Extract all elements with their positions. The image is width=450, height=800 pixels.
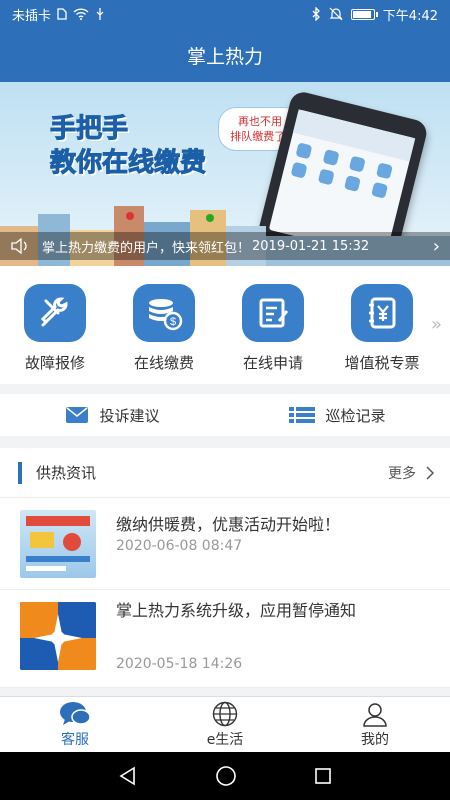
service-repair[interactable]: 故障报修 <box>0 284 110 373</box>
quick-links: 投诉建议 巡检记录 <box>0 394 450 436</box>
service-payment[interactable]: $ 在线缴费 <box>109 284 219 373</box>
svg-text:$: $ <box>170 316 176 328</box>
section-accent-bar <box>18 461 22 484</box>
news-time: 2020-06-08 08:47 <box>116 538 243 554</box>
news-thumbnail <box>20 602 96 670</box>
chevron-right-icon <box>426 465 434 480</box>
status-bar: 未插卡 下午4:42 <box>0 0 450 28</box>
tab-label: 我的 <box>361 731 389 748</box>
app-header: 掌上热力 <box>0 28 450 82</box>
news-thumbnail <box>20 510 96 578</box>
coin-stack-icon: $ <box>133 284 195 342</box>
list-icon <box>289 407 316 423</box>
bottom-tab-bar: 客服 e生活 我的 <box>0 696 450 752</box>
service-label: 在线缴费 <box>133 354 194 372</box>
banner-slogan-line1: 手把手 <box>49 114 129 145</box>
tab-customer-service[interactable]: 客服 <box>0 697 150 752</box>
service-label: 故障报修 <box>24 354 85 372</box>
tab-label: 客服 <box>61 731 89 748</box>
bluetooth-icon <box>312 7 320 21</box>
banner-slogan: 手把手 教你在线缴费 <box>49 112 207 180</box>
tab-elife[interactable]: e生活 <box>150 697 300 752</box>
link-label: 投诉建议 <box>99 406 160 425</box>
wrench-screwdriver-icon <box>24 284 86 342</box>
globe-icon <box>212 701 238 726</box>
system-nav-bar <box>0 752 450 800</box>
more-label: 更多 <box>388 465 416 482</box>
wifi-icon <box>73 8 89 20</box>
news-item[interactable]: 缴纳供暖费，优惠活动开始啦！ 2020-06-08 08:47 <box>0 498 450 590</box>
recents-square-icon[interactable] <box>314 767 332 785</box>
notice-text: 掌上热力缴费的用户，快来领红包！ <box>42 240 251 256</box>
link-label: 巡检记录 <box>325 406 386 425</box>
service-label: 在线申请 <box>242 354 303 372</box>
clock-text: 下午4:42 <box>382 8 438 24</box>
tab-label: e生活 <box>206 731 244 748</box>
news-item[interactable]: 掌上热力系统升级，应用暂停通知 2020-05-18 14:26 <box>0 590 450 688</box>
speaker-icon <box>11 238 27 254</box>
more-link[interactable]: 更多 <box>388 463 434 483</box>
page-title: 掌上热力 <box>186 45 263 68</box>
news-time: 2020-05-18 14:26 <box>116 656 243 672</box>
usb-icon <box>96 8 104 20</box>
news-list: 缴纳供暖费，优惠活动开始啦！ 2020-06-08 08:47 掌上热力系统升级… <box>0 498 450 688</box>
user-icon <box>363 702 387 727</box>
chat-bubble-icon <box>60 701 91 725</box>
notice-date: 2019-01-21 15:32 <box>252 238 370 254</box>
double-chevron-right-icon[interactable]: » <box>431 314 442 335</box>
news-title: 掌上热力系统升级，应用暂停通知 <box>116 601 357 620</box>
carrier-text: 未插卡 <box>12 8 52 24</box>
tab-me[interactable]: 我的 <box>300 697 450 752</box>
home-circle-icon[interactable] <box>215 765 237 787</box>
service-grid: 故障报修 $ 在线缴费 在线申请 增值税专票 » <box>0 266 450 384</box>
link-inspection[interactable]: 巡检记录 <box>225 394 450 436</box>
chevron-right-icon: › <box>432 235 440 257</box>
section-title: 供热资讯 <box>36 464 97 482</box>
yen-notebook-icon <box>351 284 413 342</box>
sim-icon <box>57 8 67 20</box>
edit-document-icon <box>242 284 304 342</box>
service-label: 增值税专票 <box>344 354 420 372</box>
battery-icon <box>350 8 378 20</box>
mute-bell-icon <box>329 7 343 21</box>
banner-slogan-line2: 教你在线缴费 <box>49 148 207 179</box>
promo-banner[interactable]: 手把手 教你在线缴费 再也不用 排队缴费了! 掌上热力缴费的用户，快来领红包！ … <box>0 82 450 266</box>
link-complaint[interactable]: 投诉建议 <box>0 394 225 436</box>
back-triangle-icon[interactable] <box>118 766 138 786</box>
news-section-header: 供热资讯 更多 <box>0 448 450 498</box>
service-vat-invoice[interactable]: 增值税专票 <box>327 284 437 373</box>
notice-ticker[interactable]: 掌上热力缴费的用户，快来领红包！ 2019-01-21 15:32 › <box>0 232 450 260</box>
news-title: 缴纳供暖费，优惠活动开始啦！ <box>116 515 341 534</box>
mail-icon <box>66 407 89 423</box>
service-apply[interactable]: 在线申请 <box>218 284 328 373</box>
